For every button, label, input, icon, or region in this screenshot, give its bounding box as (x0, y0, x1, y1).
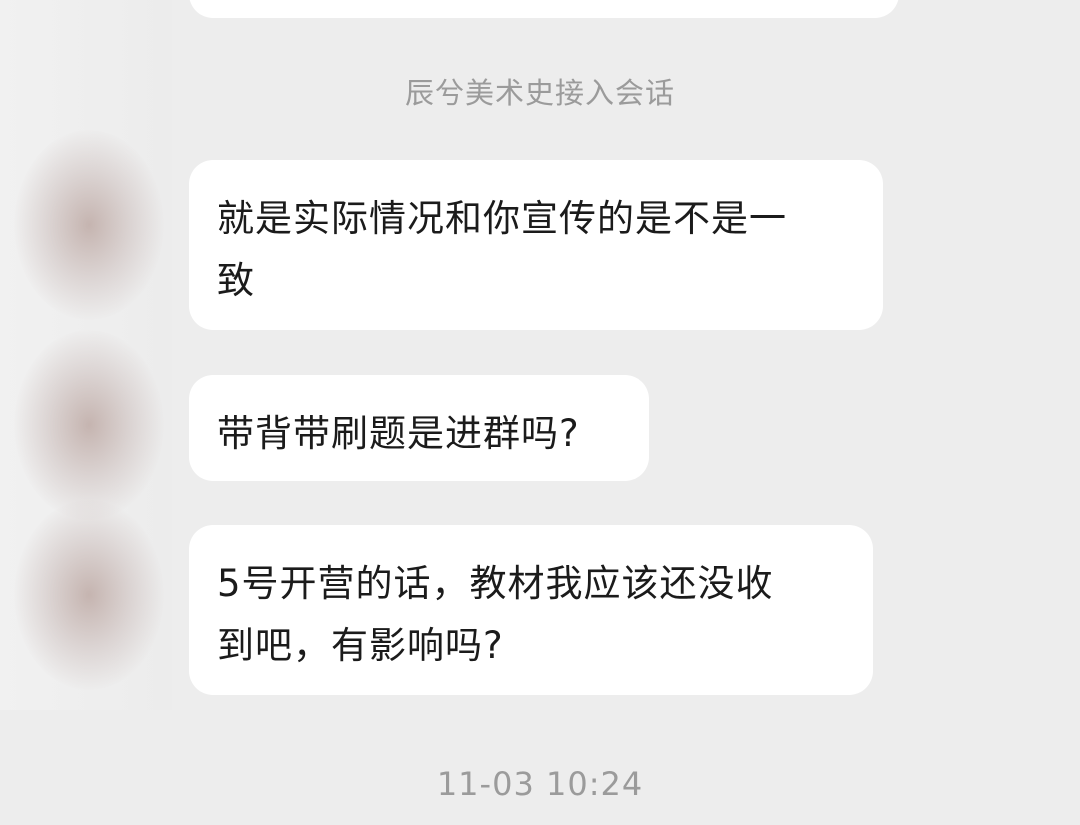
message-timestamp: 11-03 10:24 (436, 765, 644, 803)
message-bubble[interactable]: 5号开营的话，教材我应该还没收 到吧，有影响吗? (189, 525, 873, 695)
avatar[interactable] (14, 500, 164, 690)
avatar[interactable] (14, 330, 164, 520)
session-joined-notice: 辰兮美术史接入会话 (404, 76, 675, 110)
message-bubble[interactable]: 带背带刷题是进群吗? (189, 375, 649, 481)
previous-message-bubble[interactable] (189, 0, 899, 18)
message-bubble[interactable]: 就是实际情况和你宣传的是不是一 致 (189, 160, 883, 330)
avatar[interactable] (14, 130, 164, 320)
